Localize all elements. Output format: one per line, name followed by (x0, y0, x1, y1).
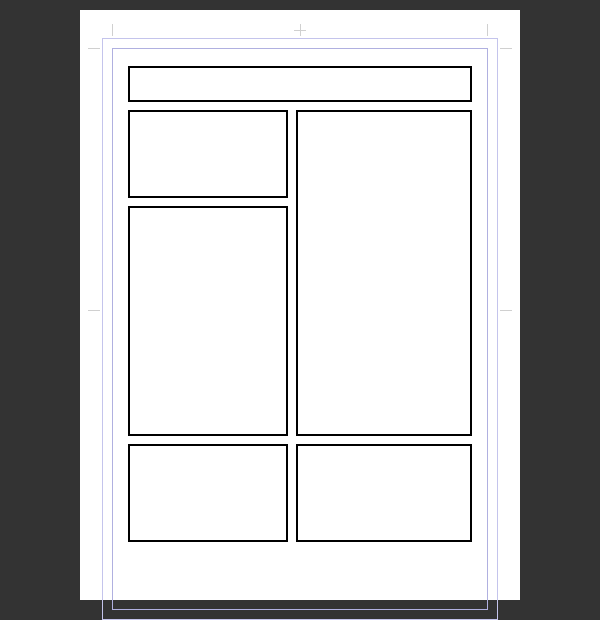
page-canvas[interactable] (80, 10, 520, 600)
frame-right-main[interactable] (296, 110, 472, 436)
frame-header[interactable] (128, 66, 472, 102)
crop-mark (487, 24, 488, 36)
frame-left-bottom[interactable] (128, 444, 288, 542)
frame-right-bottom[interactable] (296, 444, 472, 542)
crop-mark (88, 310, 100, 311)
crop-mark (88, 48, 100, 49)
frame-left-mid[interactable] (128, 206, 288, 436)
frame-left-top[interactable] (128, 110, 288, 198)
crop-mark (112, 24, 113, 36)
registration-mark (300, 24, 301, 36)
crop-mark (500, 310, 512, 311)
crop-mark (500, 48, 512, 49)
